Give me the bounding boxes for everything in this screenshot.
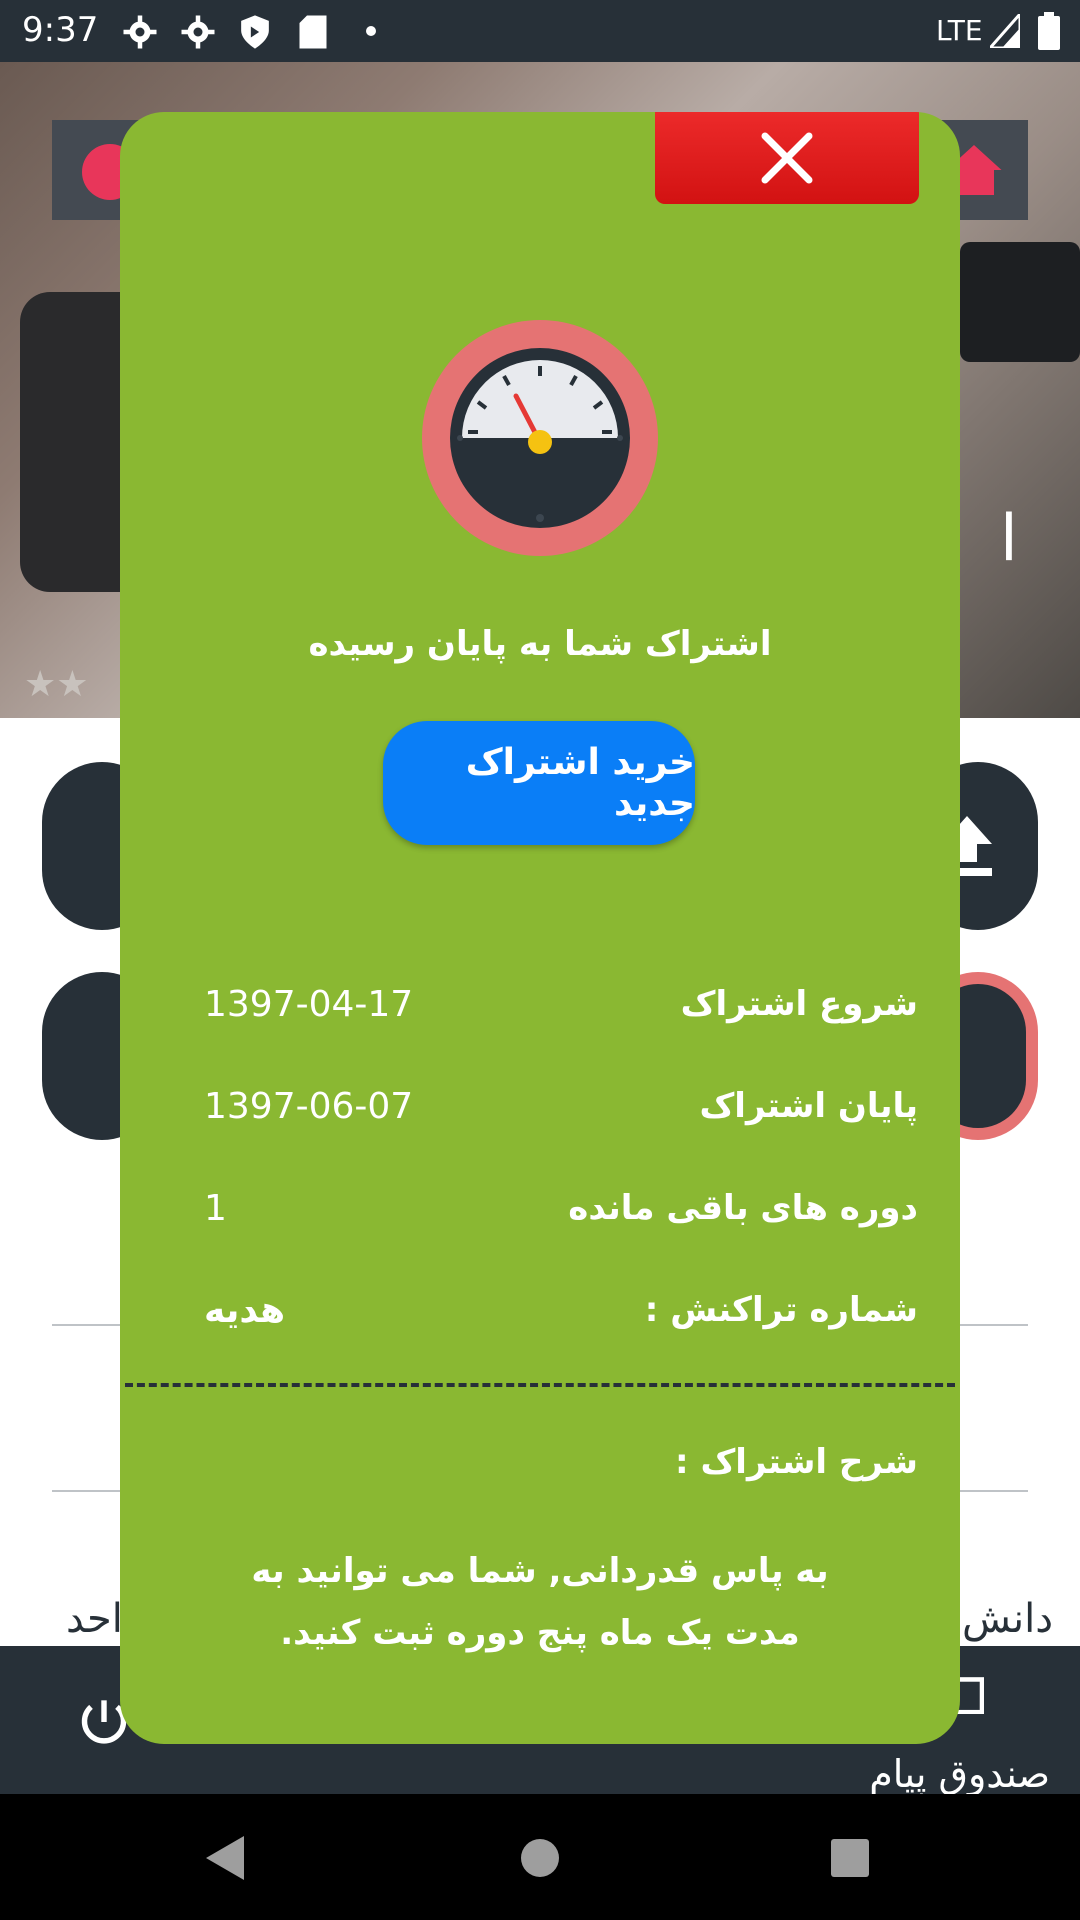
rating-stars: ★★ — [24, 664, 89, 705]
dot-icon — [366, 26, 376, 36]
recents-icon[interactable] — [830, 1838, 870, 1878]
home-nav-icon[interactable] — [520, 1838, 560, 1878]
network-label: LTE — [936, 14, 983, 47]
back-icon[interactable] — [204, 1834, 248, 1882]
subscription-dialog: اشتراک شما به پایان رسیده خرید اشتراک جد… — [120, 112, 960, 1744]
close-icon — [761, 132, 813, 184]
gauge-icon — [422, 320, 658, 556]
subscription-status-message: اشتراک شما به پایان رسیده — [308, 624, 772, 664]
start-date-value: 1397-04-17 — [204, 984, 414, 1025]
gear-icon — [123, 15, 157, 49]
shield-icon — [241, 15, 269, 49]
transaction-number-value: هدیه — [204, 1290, 286, 1331]
end-date-label: پایان اشتراک — [699, 1086, 918, 1126]
remaining-courses-value: 1 — [204, 1188, 227, 1229]
bg-left-text: احد — [66, 1596, 123, 1642]
signal-icon — [990, 14, 1020, 48]
sd-card-icon — [299, 15, 327, 49]
transaction-number-label: شماره تراکنش : — [644, 1290, 918, 1330]
inbox-label[interactable]: صندوق پیام — [869, 1752, 1050, 1796]
status-bar: 9:37 LTE — [0, 0, 1080, 62]
gear-icon — [181, 15, 215, 49]
dashed-divider — [125, 1383, 955, 1387]
start-date-label: شروع اشتراک — [680, 984, 918, 1024]
close-button[interactable] — [655, 112, 919, 204]
info-row-remaining: دوره های باقی مانده 1 — [120, 1188, 960, 1248]
bg-right-text: دانش — [962, 1596, 1054, 1642]
remaining-courses-label: دوره های باقی مانده — [568, 1188, 918, 1228]
hero-title-partial: ا — [1000, 502, 1018, 576]
description-title: شرح اشتراک : — [675, 1442, 918, 1482]
system-nav-bar — [0, 1794, 1080, 1920]
info-row-start: شروع اشتراک 1397-04-17 — [120, 984, 960, 1044]
description-body: به پاس قدردانی, شما می توانید به مدت یک … — [251, 1551, 829, 1653]
battery-icon — [1038, 12, 1060, 50]
status-time: 9:37 — [22, 10, 99, 50]
buy-subscription-button[interactable]: خرید اشتراک جدید — [383, 721, 695, 845]
end-date-value: 1397-06-07 — [204, 1086, 414, 1127]
info-row-transaction: شماره تراکنش : هدیه — [120, 1290, 960, 1350]
info-row-end: پایان اشتراک 1397-06-07 — [120, 1086, 960, 1146]
